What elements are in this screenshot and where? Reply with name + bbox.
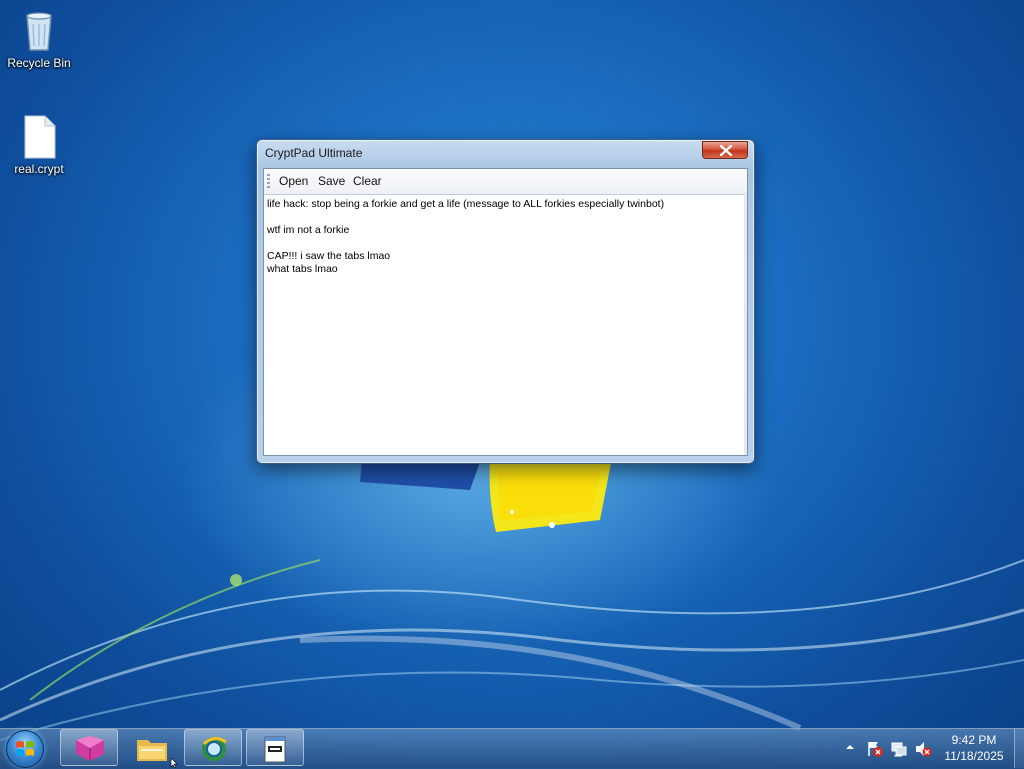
window-titlebar[interactable]: CryptPad Ultimate: [257, 140, 754, 168]
chevron-up-icon[interactable]: [845, 740, 855, 754]
clock-time: 9:42 PM: [951, 733, 997, 747]
close-button[interactable]: [702, 141, 748, 159]
window-client-area: Open Save Clear life hack: stop being a …: [263, 168, 748, 456]
scrollbar[interactable]: [744, 194, 747, 455]
taskbar-cryptpad-button[interactable]: [246, 729, 304, 766]
mouse-cursor-icon: [170, 758, 178, 768]
taskbar-browser-button[interactable]: [184, 729, 242, 766]
close-icon: [719, 145, 733, 156]
file-icon: [24, 115, 56, 159]
start-button[interactable]: [6, 730, 44, 768]
taskbar-app-button[interactable]: [60, 729, 118, 766]
recycle-bin-icon: [26, 12, 52, 51]
open-button[interactable]: Open: [276, 173, 311, 189]
desktop-icon-real-crypt[interactable]: real.crypt: [1, 112, 77, 176]
action-center-flag-icon[interactable]: [866, 740, 884, 758]
save-button[interactable]: Save: [315, 173, 348, 189]
browser-icon: [202, 737, 227, 761]
notepad-icon: [264, 736, 286, 763]
text-editor[interactable]: life hack: stop being a forkie and get a…: [266, 196, 746, 453]
desktop-icon-label: Recycle Bin: [7, 56, 71, 70]
folder-icon: [137, 740, 167, 761]
show-desktop-button[interactable]: [1014, 729, 1024, 768]
cryptpad-window[interactable]: CryptPad Ultimate Open Save Clear life h…: [256, 139, 755, 464]
network-icon[interactable]: [890, 740, 908, 758]
menu-toolbar: Open Save Clear: [264, 169, 747, 195]
volume-muted-icon[interactable]: [914, 740, 932, 758]
desktop-icon-label: real.crypt: [14, 162, 64, 176]
toolbar-grip-icon[interactable]: [267, 174, 270, 188]
desktop-icon-recycle-bin[interactable]: Recycle Bin: [1, 6, 77, 70]
clear-button[interactable]: Clear: [350, 173, 385, 189]
window-title: CryptPad Ultimate: [265, 146, 363, 160]
clock-date: 11/18/2025: [944, 749, 1004, 763]
windows-start-icon: [16, 741, 34, 756]
app-icon: [76, 736, 104, 761]
taskbar-clock[interactable]: 9:42 PM 11/18/2025: [936, 732, 1012, 764]
